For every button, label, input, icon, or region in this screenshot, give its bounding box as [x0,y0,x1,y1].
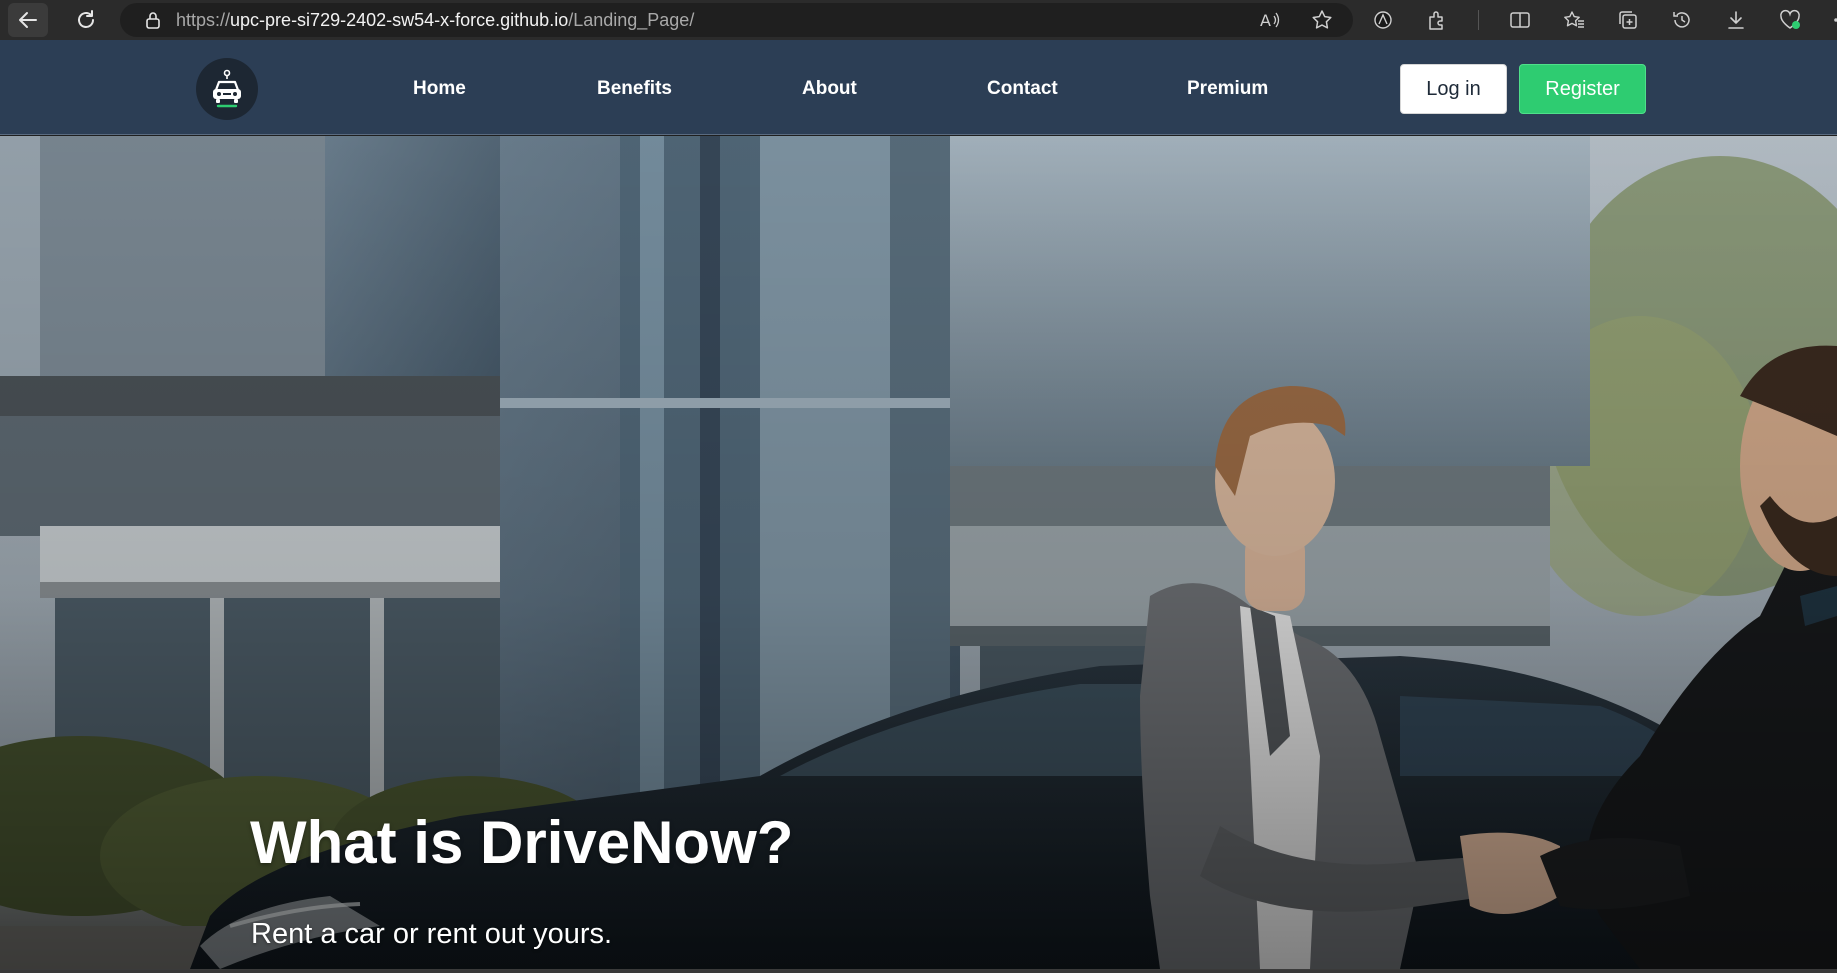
hero-section: What is DriveNow? Rent a car or rent out… [0,136,1837,969]
url-path: /Landing_Page/ [568,9,695,30]
extensions-icon[interactable] [1424,7,1450,33]
reload-icon[interactable] [66,3,106,37]
hero-title: What is DriveNow? [250,809,794,876]
back-arrow-icon[interactable] [8,3,48,37]
address-bar[interactable]: https://upc-pre-si729-2402-sw54-x-force.… [120,3,1353,37]
window-bottom-edge [0,969,1837,973]
hero-subtitle: Rent a car or rent out yours. [251,918,613,950]
nav-link-about[interactable]: About [802,78,857,100]
svg-text:A: A [1260,11,1271,30]
toolbar-divider [1478,10,1479,30]
nav-link-contact[interactable]: Contact [987,78,1058,100]
register-button[interactable]: Register [1519,64,1646,114]
more-menu-icon[interactable] [1831,7,1837,33]
nav-link-benefits[interactable]: Benefits [597,78,672,100]
history-icon[interactable] [1669,7,1695,33]
nav-link-home[interactable]: Home [413,78,466,100]
browser-toolbar: https://upc-pre-si729-2402-sw54-x-force.… [0,0,1837,40]
browser-essentials-icon[interactable] [1370,7,1396,33]
login-button[interactable]: Log in [1400,64,1507,114]
url-scheme: https:// [176,9,231,30]
favorites-icon[interactable] [1561,7,1587,33]
url-text[interactable]: https://upc-pre-si729-2402-sw54-x-force.… [176,10,694,31]
downloads-icon[interactable] [1723,7,1749,33]
split-screen-icon[interactable] [1507,7,1533,33]
read-aloud-icon[interactable]: A [1257,7,1283,33]
site-navbar: Home Benefits About Contact Premium Log … [0,40,1837,135]
favorite-star-icon[interactable] [1309,7,1335,33]
url-host: upc-pre-si729-2402-sw54-x-force.github.i… [230,9,569,30]
collections-icon[interactable] [1615,7,1641,33]
lock-icon[interactable] [144,11,162,29]
performance-icon[interactable] [1777,7,1803,33]
car-logo-icon[interactable] [196,58,258,120]
nav-link-premium[interactable]: Premium [1187,78,1268,100]
